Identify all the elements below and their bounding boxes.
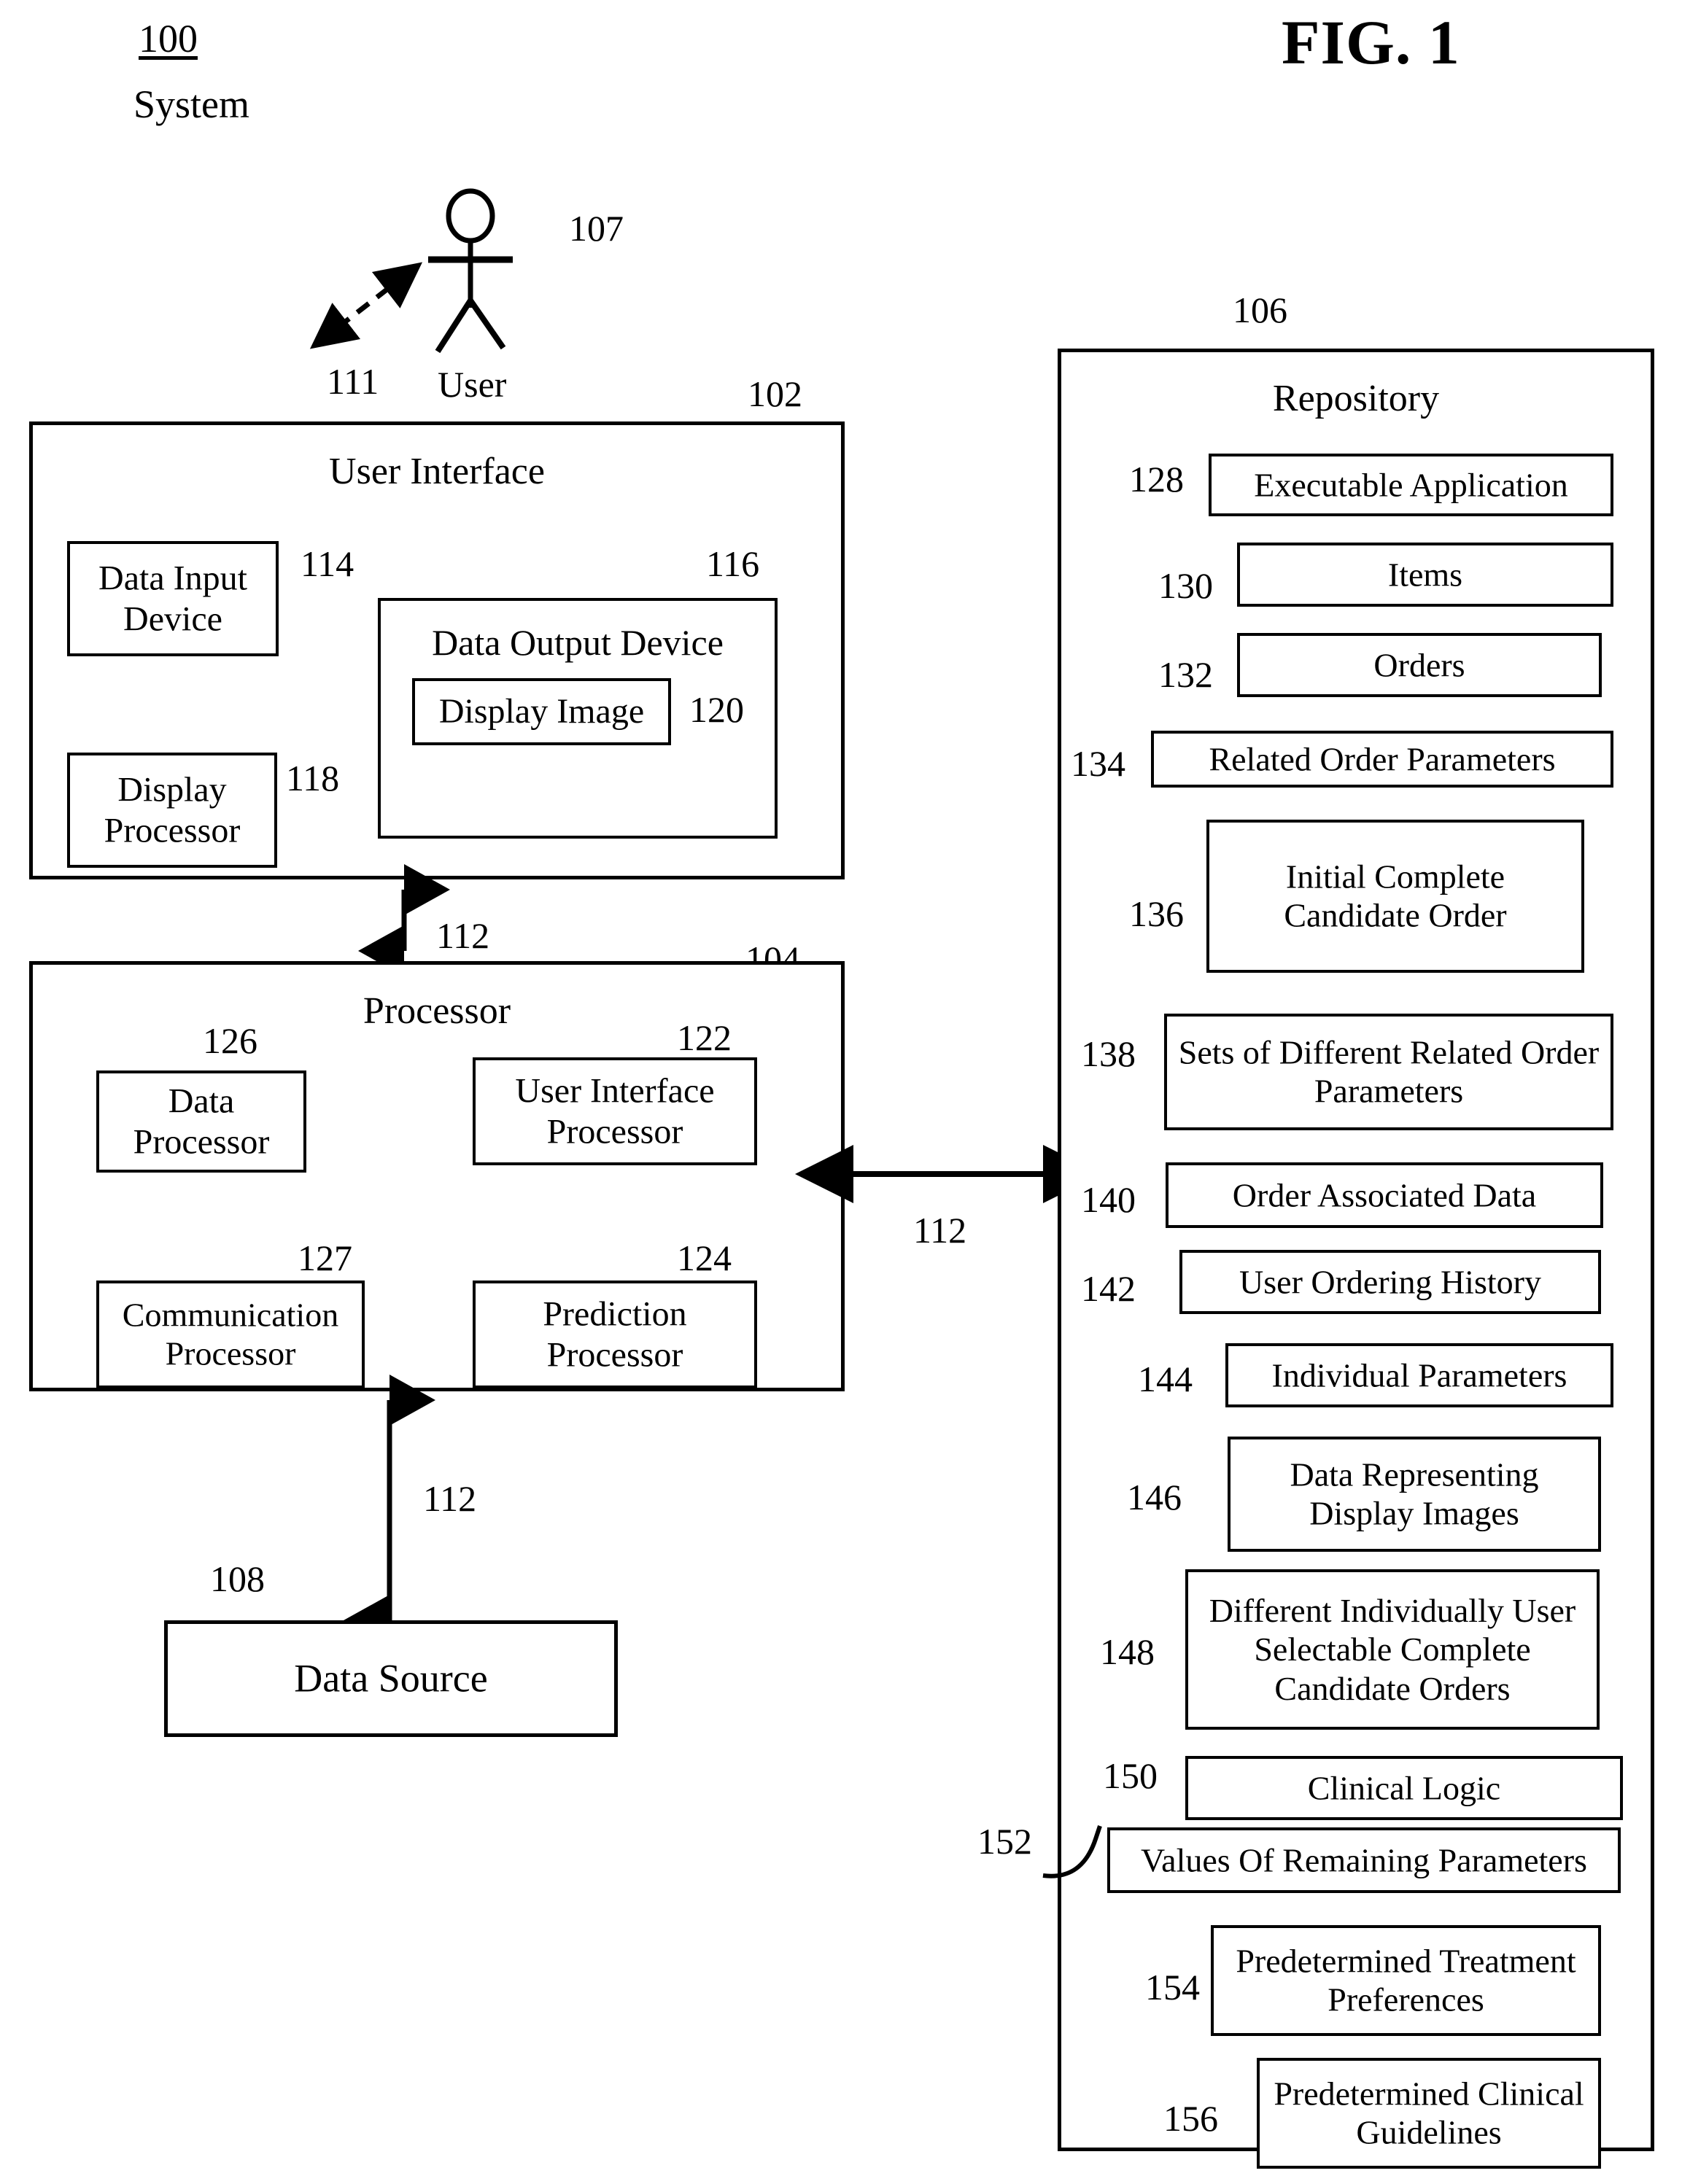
repository-reference-number: 106 [1233,289,1287,330]
initial-complete-candidate-order-label: Initial Complete Candidate Order [1284,858,1507,934]
clinical-logic-reference-number: 150 [1103,1755,1158,1796]
items-label: Items [1387,556,1463,594]
system-reference-number: 100 [139,17,198,61]
items-reference-number: 130 [1158,565,1213,606]
predetermined-clinical-guidelines-label: Predetermined Clinical Guidelines [1274,2075,1584,2151]
sets-of-different-related-order-parameters-reference-number: 138 [1081,1033,1136,1074]
user-ordering-history-reference-number: 142 [1081,1268,1136,1309]
display-processor-box[interactable]: Display Processor [67,753,277,868]
repository-title: Repository [1272,378,1440,419]
different-individually-user-selectable-complete-candidate-orders-box[interactable]: Different Individually User Selectable C… [1185,1569,1600,1730]
values-of-remaining-parameters-box[interactable]: Values Of Remaining Parameters [1107,1827,1621,1893]
initial-complete-candidate-order-box[interactable]: Initial Complete Candidate Order [1206,820,1584,973]
data-input-device-reference-number: 114 [301,543,354,584]
data-source-reference-number: 108 [210,1558,265,1599]
order-associated-data-box[interactable]: Order Associated Data [1166,1162,1603,1228]
different-individually-user-selectable-complete-candidate-orders-reference-number: 148 [1100,1631,1155,1672]
processor-datasource-connector-label: 112 [423,1478,477,1519]
data-input-device-label: Data Input Device [98,559,247,638]
user-interaction-dashed-arrow [298,248,436,365]
data-source-label: Data Source [294,1656,488,1701]
processor-repository-connector-arrow [795,1145,1101,1203]
communication-processor-box[interactable]: Communication Processor [96,1281,365,1388]
user-interface-processor-reference-number: 122 [677,1017,732,1058]
prediction-processor-label: Prediction Processor [543,1294,687,1374]
user-label: User [438,364,507,405]
clinical-logic-label: Clinical Logic [1307,1769,1501,1807]
individual-parameters-box[interactable]: Individual Parameters [1225,1343,1613,1407]
sets-of-different-related-order-parameters-box[interactable]: Sets of Different Related Order Paramete… [1164,1014,1613,1130]
values-of-remaining-parameters-reference-number: 152 [977,1821,1032,1862]
communication-processor-reference-number: 127 [298,1237,352,1278]
orders-label: Orders [1373,646,1465,684]
executable-application-reference-number: 128 [1129,459,1184,500]
prediction-processor-reference-number: 124 [677,1237,732,1278]
communication-processor-label: Communication Processor [122,1296,339,1372]
user-interface-processor-label: User Interface Processor [515,1071,715,1151]
data-input-device-box[interactable]: Data Input Device [67,541,279,656]
user-interface-processor-box[interactable]: User Interface Processor [473,1057,757,1165]
related-order-parameters-reference-number: 134 [1071,743,1125,784]
display-processor-reference-number: 118 [286,758,340,798]
data-processor-reference-number: 126 [203,1020,257,1061]
orders-reference-number: 132 [1158,654,1213,695]
processor-repository-connector-label: 112 [913,1210,967,1251]
order-associated-data-label: Order Associated Data [1232,1176,1537,1214]
data-processor-box[interactable]: Data Processor [96,1070,306,1173]
data-output-device-reference-number: 116 [706,543,760,584]
predetermined-treatment-preferences-reference-number: 154 [1145,1967,1200,2008]
predetermined-clinical-guidelines-box[interactable]: Predetermined Clinical Guidelines [1257,2058,1601,2169]
clinical-logic-box[interactable]: Clinical Logic [1185,1756,1623,1820]
display-image-label: Display Image [438,692,645,731]
processor-datasource-connector-arrow [344,1375,435,1646]
executable-application-box[interactable]: Executable Application [1209,454,1613,516]
different-individually-user-selectable-complete-candidate-orders-label: Different Individually User Selectable C… [1209,1591,1576,1707]
user-ordering-history-box[interactable]: User Ordering History [1179,1250,1601,1314]
data-processor-label: Data Processor [133,1081,270,1161]
order-associated-data-reference-number: 140 [1081,1179,1136,1220]
user-interface-title: User Interface [329,451,545,492]
data-source-box[interactable]: Data Source [164,1620,618,1737]
predetermined-treatment-preferences-label: Predetermined Treatment Preferences [1236,1942,1576,2018]
ui-processor-connector-label: 112 [436,915,490,956]
items-box[interactable]: Items [1237,543,1613,607]
related-order-parameters-label: Related Order Parameters [1209,740,1556,778]
sets-of-different-related-order-parameters-label: Sets of Different Related Order Paramete… [1178,1033,1600,1110]
display-image-box[interactable]: Display Image [412,678,671,745]
user-interface-reference-number: 102 [748,373,802,414]
orders-box[interactable]: Orders [1237,633,1602,697]
data-output-device-label: Data Output Device [432,622,724,663]
data-representing-display-images-box[interactable]: Data Representing Display Images [1228,1437,1601,1552]
individual-parameters-reference-number: 144 [1138,1359,1193,1399]
executable-application-label: Executable Application [1254,466,1568,504]
related-order-parameters-box[interactable]: Related Order Parameters [1151,731,1613,788]
initial-complete-candidate-order-reference-number: 136 [1129,893,1184,934]
display-processor-label: Display Processor [104,770,241,850]
user-reference-number: 107 [569,208,624,249]
individual-parameters-label: Individual Parameters [1271,1356,1567,1394]
data-representing-display-images-reference-number: 146 [1127,1477,1182,1517]
figure-title: FIG. 1 [1282,7,1460,77]
display-image-reference-number: 120 [689,689,744,730]
system-label: System [133,82,250,126]
prediction-processor-box[interactable]: Prediction Processor [473,1281,757,1388]
user-ordering-history-label: User Ordering History [1239,1263,1541,1301]
predetermined-treatment-preferences-box[interactable]: Predetermined Treatment Preferences [1211,1925,1601,2036]
data-representing-display-images-label: Data Representing Display Images [1290,1456,1539,1532]
patent-figure-canvas: FIG. 1 100 System 107 User 111 102 User … [0,0,1682,2184]
predetermined-clinical-guidelines-reference-number: 156 [1163,2098,1218,2139]
values-of-remaining-parameters-label: Values Of Remaining Parameters [1141,1841,1587,1879]
user-interaction-reference-number: 111 [327,361,379,402]
ui-processor-connector-arrow [358,864,450,976]
